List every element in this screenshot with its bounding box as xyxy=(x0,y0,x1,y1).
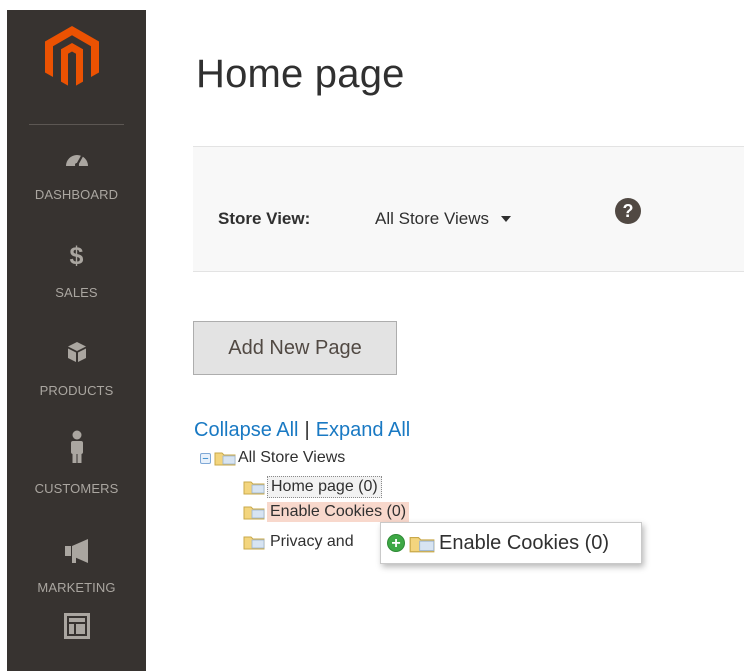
page-title: Home page xyxy=(196,52,405,96)
dollar-icon: $ xyxy=(69,242,84,270)
collapse-node-icon[interactable]: − xyxy=(200,452,211,464)
folder-icon xyxy=(243,481,265,495)
tree-node-home-page: Home page (0) xyxy=(243,475,382,499)
tree-actions: Collapse All | Expand All xyxy=(194,419,410,442)
tree-node-label[interactable]: Enable Cookies (0) xyxy=(267,502,410,522)
sidebar-item-marketing[interactable]: MARKETING xyxy=(7,538,146,618)
tree-actions-separator: | xyxy=(304,419,310,441)
store-switcher-band: Store View: All Store Views ? xyxy=(193,146,744,272)
add-new-page-button[interactable]: Add New Page xyxy=(193,321,397,375)
sidebar-item-label: CUSTOMERS xyxy=(34,481,119,496)
store-view-label: Store View: xyxy=(218,209,311,228)
store-view-dropdown[interactable]: All Store Views xyxy=(375,207,512,231)
sidebar-item-label: DASHBOARD xyxy=(34,187,119,202)
folder-icon xyxy=(243,536,265,550)
sidebar-item-dashboard[interactable]: DASHBOARD xyxy=(7,144,146,224)
expand-all-link[interactable]: Expand All xyxy=(316,419,411,441)
sidebar-item-label: PRODUCTS xyxy=(39,383,114,398)
layout-icon xyxy=(7,613,146,639)
logo-divider xyxy=(29,124,124,125)
collapse-all-link[interactable]: Collapse All xyxy=(194,419,299,441)
drag-ghost-label: Enable Cookies (0) xyxy=(439,531,610,554)
plus-icon: + xyxy=(387,534,405,552)
folder-icon xyxy=(243,506,265,520)
tree-root-node: − All Store Views xyxy=(200,446,348,470)
sidebar-item-label: SALES xyxy=(55,285,98,300)
folder-icon xyxy=(409,536,435,552)
sidebar-item-label: MARKETING xyxy=(37,580,116,595)
app-root: DASHBOARD $ SALES PRODUCTS CUSTOMERS MAR… xyxy=(0,0,744,671)
tree-node-enable-cookies: Enable Cookies (0) xyxy=(243,500,410,524)
dashboard-gauge-icon xyxy=(7,150,146,168)
admin-sidebar: DASHBOARD $ SALES PRODUCTS CUSTOMERS MAR… xyxy=(7,10,146,671)
tree-node-label[interactable]: Home page (0) xyxy=(267,476,382,498)
caret-down-icon xyxy=(501,216,512,222)
sidebar-item-products[interactable]: PRODUCTS xyxy=(7,340,146,420)
help-question-icon[interactable]: ? xyxy=(615,198,641,224)
drag-ghost-node[interactable]: + Enable Cookies (0) xyxy=(380,522,642,564)
store-view-selected: All Store Views xyxy=(375,209,490,228)
box-icon xyxy=(7,340,146,364)
megaphone-icon xyxy=(7,538,146,564)
tree-node-label[interactable]: Privacy and xyxy=(267,532,357,552)
tree-node-privacy: Privacy and xyxy=(243,530,357,554)
tree-node-label[interactable]: All Store Views xyxy=(238,448,348,468)
sidebar-item-sales[interactable]: $ SALES xyxy=(7,242,146,322)
sidebar-item-content[interactable] xyxy=(7,613,146,671)
person-icon xyxy=(7,430,146,464)
sidebar-item-customers[interactable]: CUSTOMERS xyxy=(7,430,146,510)
folder-icon xyxy=(214,452,236,466)
magento-logo-icon[interactable] xyxy=(45,26,99,88)
